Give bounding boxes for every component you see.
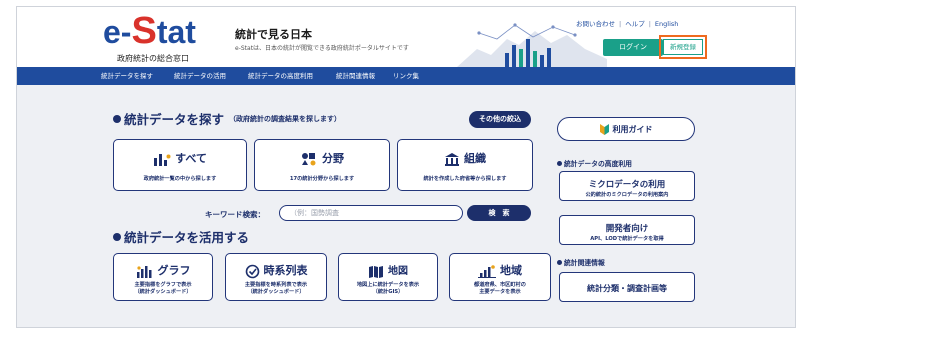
keyword-search-input[interactable]: （例：国勢調査 — [279, 205, 463, 221]
clock-check-icon — [245, 264, 259, 278]
card-title-organization: 組織 — [398, 150, 532, 166]
card-desc-region-line1: 都道府県、市区町村の — [474, 282, 526, 288]
utility-links: お問い合わせ | ヘルプ | English — [574, 18, 680, 28]
nav-item-links[interactable]: リンク集 — [393, 67, 419, 85]
card-title-graph: グラフ — [114, 262, 212, 278]
nav-item-advanced-use[interactable]: 統計データの高度利用 — [248, 67, 313, 85]
logo-wordmark: e-Stat — [103, 10, 196, 52]
card-title-field: 分野 — [255, 150, 389, 166]
help-link[interactable]: ヘルプ — [625, 20, 645, 28]
card-desc-timeseries-line1: 主要指標を時系列表で表示 — [244, 282, 308, 288]
card-desc-graph-line2: （統計ダッシュボード） — [134, 289, 192, 295]
card-desc-all: 政府統計一覧の中から探します — [143, 176, 217, 182]
user-guide-button[interactable]: 利用ガイド — [557, 117, 695, 141]
utility-separator: | — [648, 20, 651, 28]
logo-subtitle: 政府統計の総合窓口 — [117, 54, 189, 63]
english-link[interactable]: English — [655, 20, 678, 28]
search-card-field[interactable]: 分野 17の統計分野から探します — [254, 139, 390, 191]
category-icon — [302, 153, 316, 166]
related-info-heading: 統計関連情報 — [557, 257, 605, 267]
bar-chart-icon — [154, 154, 171, 166]
card-desc-timeseries-line2: （統計ダッシュボード） — [247, 289, 305, 295]
card-title-timeseries: 時系列表 — [226, 262, 326, 279]
search-section-note: （政府統計の調査結果を探します） — [229, 115, 341, 123]
register-button[interactable]: 新規登録 — [663, 39, 703, 55]
card-title-region: 地域 — [450, 262, 550, 278]
advanced-use-heading: 統計データの高度利用 — [557, 158, 632, 168]
classification-card[interactable]: 統計分類・調査計画等 — [559, 272, 695, 302]
microdata-card[interactable]: ミクロデータの利用 公的統計のミクロデータの利用案内 — [559, 171, 695, 201]
card-title-all: すべて — [114, 150, 246, 166]
narrow-filter-button[interactable]: その他の絞込 — [469, 111, 531, 128]
use-card-timeseries[interactable]: 時系列表 主要指標を時系列表で表示 （統計ダッシュボード） — [225, 253, 327, 301]
contact-link[interactable]: お問い合わせ — [576, 20, 615, 28]
utility-separator: | — [619, 20, 622, 28]
card-desc-graph-line1: 主要指標をグラフで表示 — [134, 282, 192, 288]
browser-frame: e-Stat 政府統計の総合窓口 統計で見る日本 e-Statは、日本の統計が閲… — [16, 6, 796, 328]
bullet-dot — [557, 260, 562, 265]
card-desc-field: 17の統計分野から探します — [289, 176, 355, 182]
search-card-organization[interactable]: 組織 統計を作成した府省等から探します — [397, 139, 533, 191]
site-title: 統計で見る日本 — [235, 28, 312, 41]
card-desc-map-line1: 地図上に統計データを表示 — [356, 282, 420, 288]
login-button[interactable]: ログイン — [603, 39, 663, 56]
search-button[interactable]: 検 索 — [467, 205, 531, 221]
developer-card[interactable]: 開発者向け API、LODで統計データを取得 — [559, 215, 695, 245]
estat-logo[interactable]: e-Stat 政府統計の総合窓口 — [103, 10, 225, 65]
microdata-desc: 公的統計のミクロデータの利用案内 — [585, 192, 669, 198]
card-title-map: 地図 — [339, 262, 437, 278]
nav-item-use-data[interactable]: 統計データの活用 — [174, 67, 226, 85]
microdata-title: ミクロデータの利用 — [588, 180, 666, 190]
search-section-title: 統計データを探す — [113, 109, 224, 128]
keyword-search-label: キーワード検索： — [205, 210, 265, 219]
use-card-graph[interactable]: グラフ 主要指標をグラフで表示 （統計ダッシュボード） — [113, 253, 213, 301]
user-guide-label: 利用ガイド — [558, 124, 694, 135]
developer-title: 開発者向け — [605, 224, 649, 234]
developer-desc: API、LODで統計データを取得 — [590, 236, 664, 242]
bullet-dot — [113, 115, 121, 123]
classification-title: 統計分類・調査計画等 — [587, 284, 667, 293]
region-icon — [478, 265, 496, 278]
building-icon — [445, 153, 459, 166]
nav-item-related-info[interactable]: 統計関連情報 — [336, 67, 375, 85]
card-desc-region-line2: 主要データを表示 — [479, 289, 521, 295]
graph-icon — [136, 266, 151, 278]
site-description: e-Statは、日本の統計が閲覧できる政府統計ポータルサイトです — [235, 45, 409, 52]
site-header: e-Stat 政府統計の総合窓口 統計で見る日本 e-Statは、日本の統計が閲… — [17, 7, 795, 67]
bullet-dot — [113, 233, 121, 241]
map-book-icon — [369, 265, 383, 278]
nav-item-search-data[interactable]: 統計データを探す — [101, 67, 153, 85]
use-section-title: 統計データを活用する — [113, 227, 249, 246]
main-content: 統計データを探す （政府統計の調査結果を探します） その他の絞込 すべて 政府統… — [17, 85, 795, 327]
card-desc-organization: 統計を作成した府省等から探します — [423, 176, 507, 182]
search-card-all[interactable]: すべて 政府統計一覧の中から探します — [113, 139, 247, 191]
use-card-region[interactable]: 地域 都道府県、市区町村の 主要データを表示 — [449, 253, 551, 301]
register-button-highlight[interactable]: 新規登録 — [659, 35, 707, 59]
bullet-dot — [557, 161, 562, 166]
main-navigation: 統計データを探す 統計データの活用 統計データの高度利用 統計関連情報 リンク集 — [17, 67, 795, 85]
card-desc-map-line2: （統計GIS） — [372, 289, 404, 295]
beginner-mark-icon — [599, 124, 609, 135]
use-card-map[interactable]: 地図 地図上に統計データを表示 （統計GIS） — [338, 253, 438, 301]
